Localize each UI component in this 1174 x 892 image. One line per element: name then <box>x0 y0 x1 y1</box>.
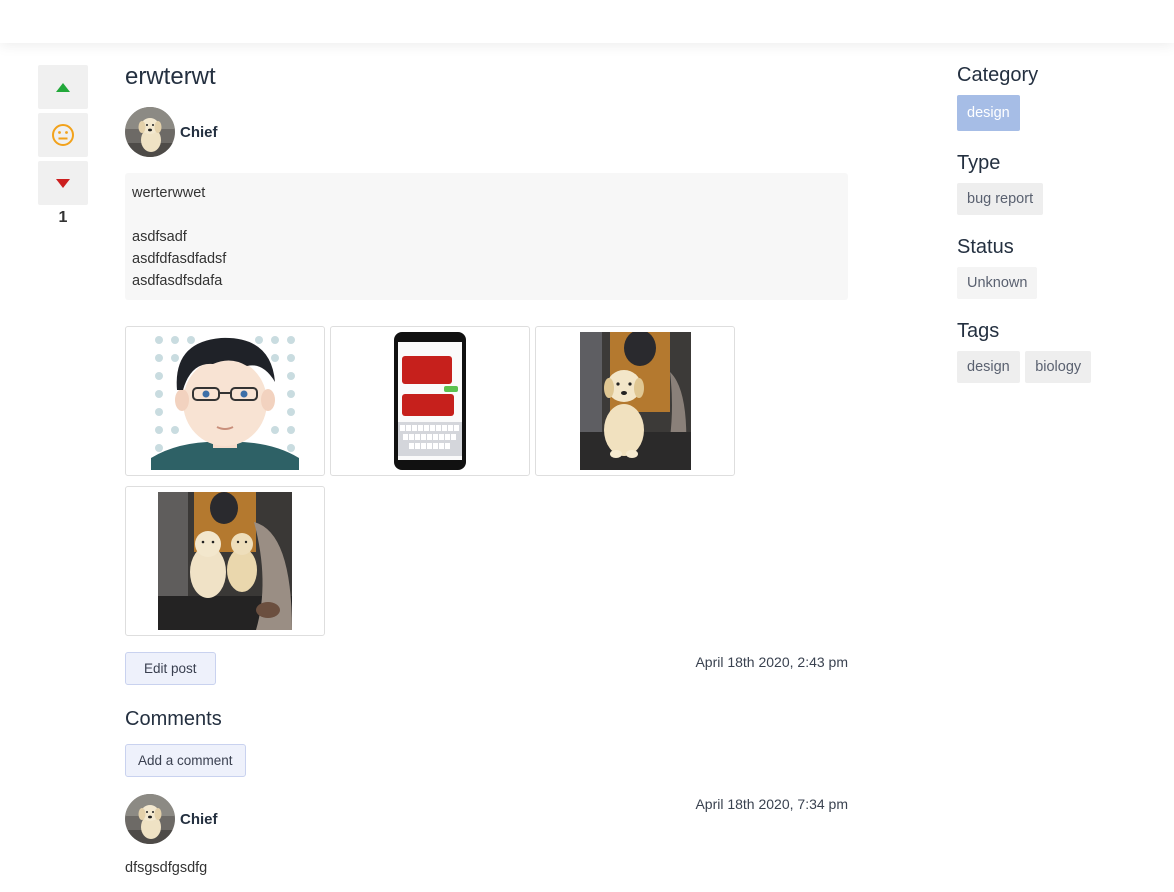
post-body-blank-line <box>132 204 841 226</box>
attachment-gallery <box>125 326 848 636</box>
upvote-button[interactable] <box>38 65 88 109</box>
two-dogs-photo-image <box>158 492 292 630</box>
comment-item: Chief April 18th 2020, 7:34 pm dfsgsdfgs… <box>125 794 848 876</box>
triangle-up-icon <box>56 82 70 92</box>
status-chips: Unknown <box>957 267 1157 299</box>
author-name[interactable]: Chief <box>180 124 218 141</box>
cartoon-avatar-image <box>151 332 299 470</box>
attachment-thumbnail[interactable] <box>125 486 325 636</box>
attachment-thumbnail[interactable] <box>330 326 530 476</box>
triangle-down-icon <box>56 178 70 188</box>
status-chip[interactable]: Unknown <box>957 267 1038 299</box>
category-heading: Category <box>957 64 1039 86</box>
vote-panel: 1 <box>38 65 88 227</box>
vote-count: 1 <box>58 209 68 226</box>
attachment-thumbnail[interactable] <box>125 326 325 476</box>
post-body-line: asdfsadf <box>132 229 187 245</box>
post-body-line: asdfasdfsdafa <box>132 273 223 289</box>
type-chips: bug report <box>957 183 1157 215</box>
phone-screenshot-image <box>394 332 466 470</box>
tag-chips: design biology <box>957 351 1157 383</box>
avatar[interactable] <box>125 794 175 844</box>
puppy-photo-image <box>579 332 691 470</box>
tag-chip-design[interactable]: design <box>957 351 1020 383</box>
neutral-vote-button[interactable] <box>38 113 88 157</box>
top-navbar <box>0 0 1174 43</box>
post-body-line: werterwwet <box>132 185 206 201</box>
post-body: werterwwet asdfsadf asdfdfasdfadsf asdfa… <box>125 173 848 300</box>
comment-author-name[interactable]: Chief <box>180 811 218 828</box>
avatar[interactable] <box>125 107 175 157</box>
status-heading: Status <box>957 236 1014 258</box>
attachment-thumbnail[interactable] <box>535 326 735 476</box>
category-chip[interactable]: design <box>957 95 1020 131</box>
add-comment-button[interactable]: Add a comment <box>125 744 246 777</box>
comment-text: dfsgsdfgsdfg <box>125 860 208 876</box>
tag-chip-biology[interactable]: biology <box>1025 351 1092 383</box>
post-author: Chief <box>125 107 848 157</box>
post-main: erwterwt Chief werterwwet asdfsadf asdfd… <box>125 62 848 876</box>
type-chip[interactable]: bug report <box>957 183 1044 215</box>
type-heading: Type <box>957 152 1001 174</box>
edit-post-button[interactable]: Edit post <box>125 652 216 685</box>
comments-heading: Comments <box>125 708 222 730</box>
post-timestamp: April 18th 2020, 2:43 pm <box>695 654 848 670</box>
post-body-line: asdfdfasdfadsf <box>132 251 227 267</box>
category-chips: design <box>957 95 1157 131</box>
post-sidebar: Category design Type bug report Status U… <box>957 62 1157 402</box>
post-title: erwterwt <box>125 63 216 90</box>
tags-heading: Tags <box>957 320 1000 342</box>
downvote-button[interactable] <box>38 161 88 205</box>
comment-timestamp: April 18th 2020, 7:34 pm <box>695 796 848 812</box>
neutral-face-icon <box>52 124 74 146</box>
post-actions: Edit post April 18th 2020, 2:43 pm <box>125 652 848 696</box>
